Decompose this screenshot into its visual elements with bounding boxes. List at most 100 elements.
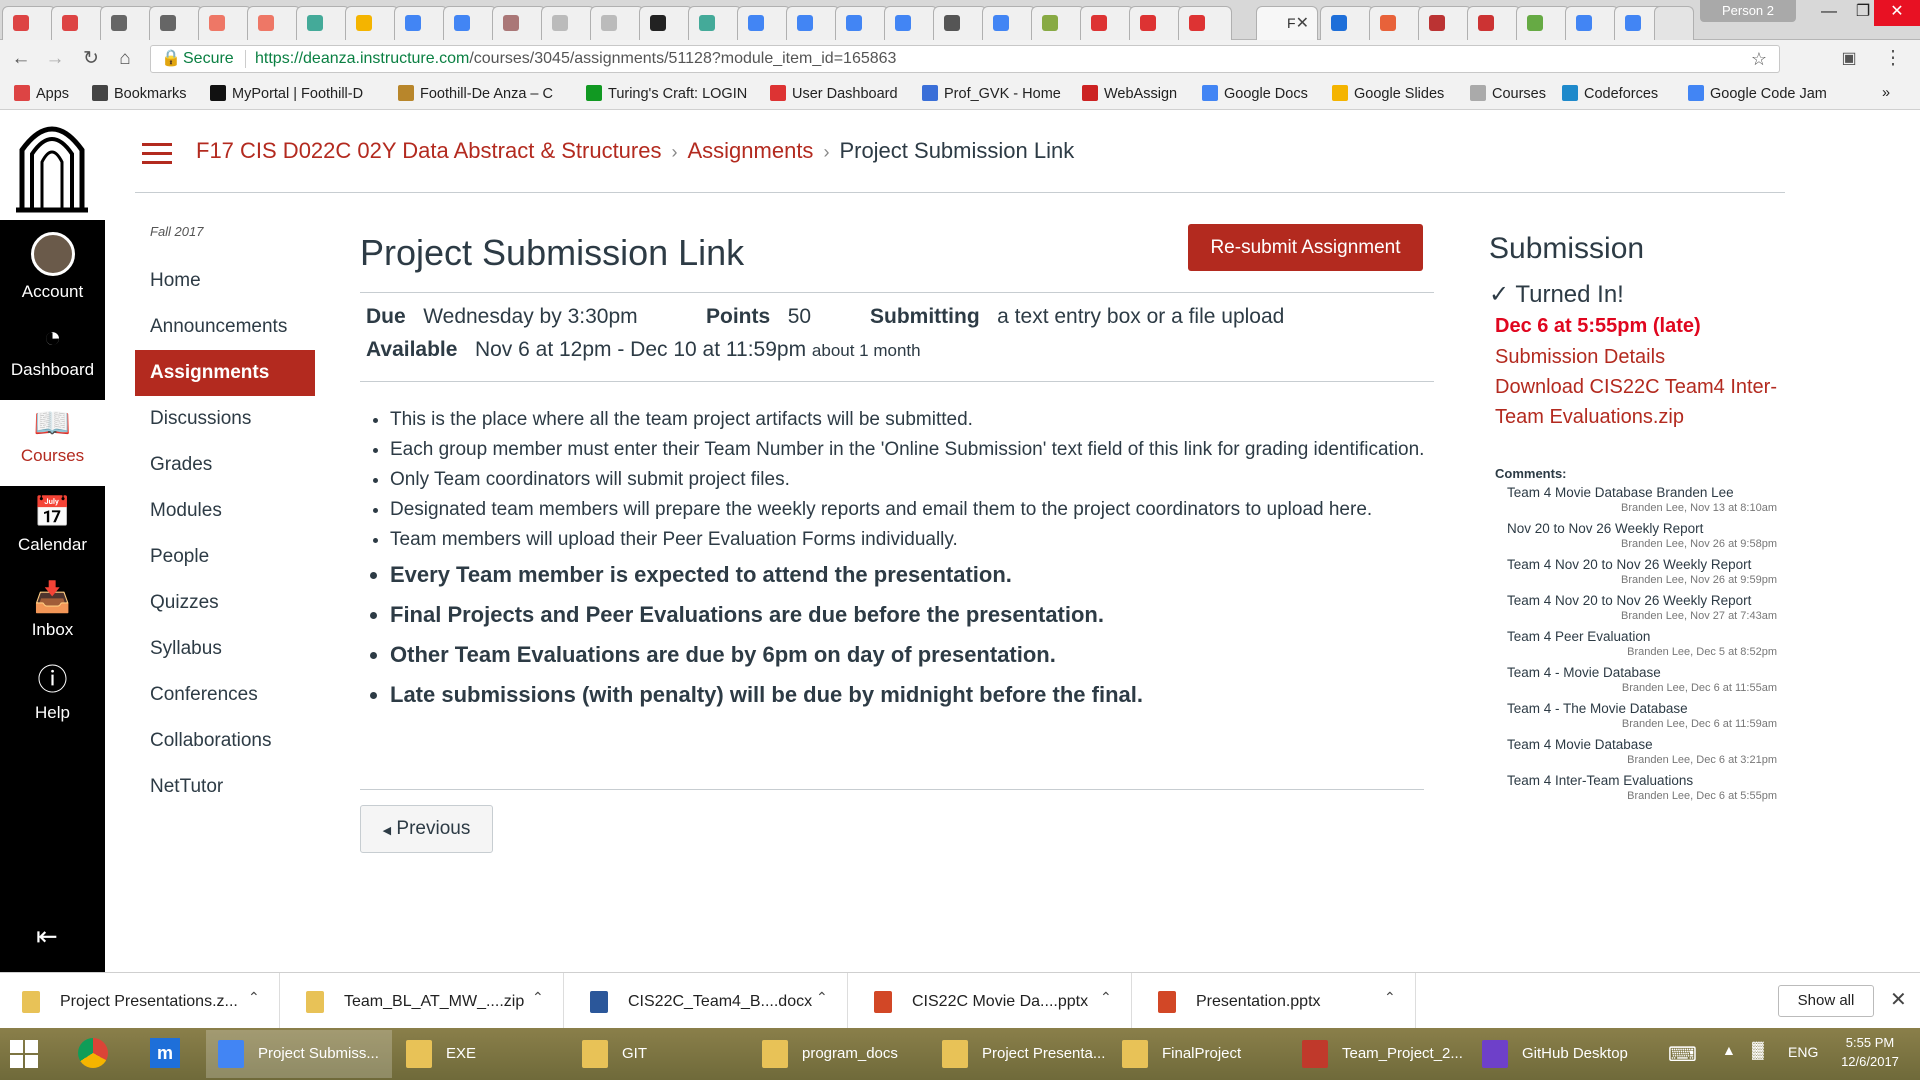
- browser-tab[interactable]: [492, 6, 546, 40]
- browser-tab[interactable]: [198, 6, 252, 40]
- menu-icon[interactable]: ⋮: [1880, 46, 1906, 72]
- page-icon[interactable]: ▣: [1836, 46, 1862, 72]
- browser-tab[interactable]: [541, 6, 595, 40]
- resubmit-assignment-button[interactable]: Re-submit Assignment: [1188, 224, 1423, 271]
- download-item[interactable]: CIS22C_Team4_B....docx ⌃: [568, 973, 848, 1029]
- tab-close-icon[interactable]: ✕: [1296, 13, 1309, 33]
- course-nav-item-grades[interactable]: Grades: [135, 446, 315, 492]
- breadcrumb-assignments[interactable]: Assignments: [687, 138, 813, 163]
- reload-icon[interactable]: ↻: [78, 46, 104, 72]
- browser-tab[interactable]: [1418, 6, 1472, 40]
- breadcrumb-course[interactable]: F17 CIS D022C 02Y Data Abstract & Struct…: [196, 138, 661, 163]
- browser-tab[interactable]: [1467, 6, 1521, 40]
- taskbar-item[interactable]: Project Presenta...: [930, 1030, 1116, 1078]
- browser-tab[interactable]: [688, 6, 742, 40]
- taskbar-item[interactable]: Project Submiss...: [206, 1030, 392, 1078]
- bookmark-item[interactable]: Bookmarks: [92, 85, 187, 102]
- download-item[interactable]: CIS22C Movie Da....pptx ⌃: [852, 973, 1132, 1029]
- browser-tab-active[interactable]: F ✕: [1256, 6, 1318, 40]
- windows-start-icon[interactable]: [10, 1040, 38, 1068]
- bookmark-star-icon[interactable]: ☆: [1751, 46, 1767, 72]
- download-item[interactable]: Presentation.pptx ⌃: [1136, 973, 1416, 1029]
- browser-tab[interactable]: [1129, 6, 1183, 40]
- bookmark-item[interactable]: Prof_GVK - Home: [922, 85, 1061, 102]
- bookmark-item[interactable]: MyPortal | Foothill-D: [210, 85, 363, 102]
- bookmark-item[interactable]: User Dashboard: [770, 85, 898, 102]
- browser-tab[interactable]: [639, 6, 693, 40]
- taskbar-item[interactable]: Team_Project_2...: [1290, 1030, 1476, 1078]
- chevron-up-icon[interactable]: ⌃: [816, 989, 828, 1006]
- browser-tab[interactable]: [835, 6, 889, 40]
- system-clock[interactable]: 5:55 PM 12/6/2017: [1830, 1033, 1910, 1071]
- course-nav-item-nettutor[interactable]: NetTutor: [135, 768, 315, 814]
- profile-badge[interactable]: Person 2: [1700, 0, 1796, 22]
- course-nav-item-modules[interactable]: Modules: [135, 492, 315, 538]
- nav-calendar[interactable]: 📅 Calendar: [0, 495, 105, 555]
- bookmark-item[interactable]: Google Code Jam: [1688, 85, 1827, 102]
- browser-tab[interactable]: [786, 6, 840, 40]
- browser-tab[interactable]: [737, 6, 791, 40]
- submission-details-link[interactable]: Submission Details: [1495, 342, 1795, 372]
- show-all-downloads-button[interactable]: Show all: [1778, 985, 1874, 1017]
- browser-tab[interactable]: [1565, 6, 1619, 40]
- taskbar-item[interactable]: GitHub Desktop: [1470, 1030, 1656, 1078]
- course-nav-item-discussions[interactable]: Discussions: [135, 400, 315, 446]
- browser-tab[interactable]: [51, 6, 105, 40]
- download-submission-link[interactable]: Download CIS22C Team4 Inter-Team Evaluat…: [1495, 372, 1795, 432]
- browser-tab[interactable]: [1031, 6, 1085, 40]
- previous-button[interactable]: ◀ Previous: [360, 805, 493, 853]
- course-nav-item-announcements[interactable]: Announcements: [135, 308, 315, 354]
- browser-tab[interactable]: [982, 6, 1036, 40]
- tray-expand-icon[interactable]: ▲: [1722, 1042, 1736, 1058]
- taskbar-item[interactable]: GIT: [570, 1030, 756, 1078]
- bookmark-item[interactable]: Foothill-De Anza – C: [398, 85, 553, 102]
- app-m-taskbar-icon[interactable]: m: [150, 1038, 180, 1068]
- bookmark-item[interactable]: Codeforces: [1562, 85, 1658, 102]
- new-tab-button[interactable]: [1654, 6, 1694, 40]
- keyboard-icon[interactable]: ⌨: [1668, 1042, 1697, 1067]
- browser-tab[interactable]: [2, 6, 56, 40]
- chevron-up-icon[interactable]: ⌃: [1384, 989, 1396, 1006]
- forward-icon[interactable]: →: [42, 46, 68, 72]
- browser-tab[interactable]: [1080, 6, 1134, 40]
- nav-inbox[interactable]: 📥 Inbox: [0, 580, 105, 640]
- bookmark-item[interactable]: Turing's Craft: LOGIN: [586, 85, 747, 102]
- browser-tab[interactable]: [100, 6, 154, 40]
- browser-tab[interactable]: [296, 6, 350, 40]
- course-nav-item-syllabus[interactable]: Syllabus: [135, 630, 315, 676]
- browser-tab[interactable]: [1369, 6, 1423, 40]
- chevron-up-icon[interactable]: ⌃: [248, 989, 260, 1006]
- bookmark-item[interactable]: Apps: [14, 85, 69, 102]
- bookmarks-overflow-icon[interactable]: »: [1882, 85, 1890, 101]
- course-nav-item-people[interactable]: People: [135, 538, 315, 584]
- course-menu-toggle-icon[interactable]: [142, 143, 172, 165]
- nav-account[interactable]: Account: [0, 232, 105, 302]
- browser-tab[interactable]: [884, 6, 938, 40]
- collapse-nav-icon[interactable]: ⇤: [36, 921, 58, 952]
- browser-tab[interactable]: [247, 6, 301, 40]
- nav-help[interactable]: ⓘ Help: [0, 663, 105, 723]
- bookmark-item[interactable]: Google Docs: [1202, 85, 1308, 102]
- chevron-up-icon[interactable]: ⌃: [1100, 989, 1112, 1006]
- browser-tab[interactable]: [933, 6, 987, 40]
- course-nav-item-home[interactable]: Home: [135, 262, 315, 308]
- browser-tab[interactable]: [590, 6, 644, 40]
- download-item[interactable]: Team_BL_AT_MW_....zip ⌃: [284, 973, 564, 1029]
- course-nav-item-collaborations[interactable]: Collaborations: [135, 722, 315, 768]
- network-icon[interactable]: ▓: [1752, 1042, 1764, 1060]
- browser-tab[interactable]: [345, 6, 399, 40]
- window-close-icon[interactable]: ✕: [1874, 0, 1920, 26]
- browser-tab[interactable]: [443, 6, 497, 40]
- bookmark-item[interactable]: Courses: [1470, 85, 1546, 102]
- nav-courses[interactable]: 📖 Courses: [0, 400, 105, 486]
- course-nav-item-conferences[interactable]: Conferences: [135, 676, 315, 722]
- course-nav-item-assignments[interactable]: Assignments: [135, 350, 315, 396]
- taskbar-item[interactable]: program_docs: [750, 1030, 936, 1078]
- taskbar-item[interactable]: FinalProject: [1110, 1030, 1296, 1078]
- browser-tab[interactable]: [1178, 6, 1232, 40]
- browser-tab[interactable]: [149, 6, 203, 40]
- nav-dashboard[interactable]: ◔ Dashboard: [0, 320, 105, 380]
- chevron-up-icon[interactable]: ⌃: [532, 989, 544, 1006]
- course-nav-item-quizzes[interactable]: Quizzes: [135, 584, 315, 630]
- browser-tab[interactable]: [1516, 6, 1570, 40]
